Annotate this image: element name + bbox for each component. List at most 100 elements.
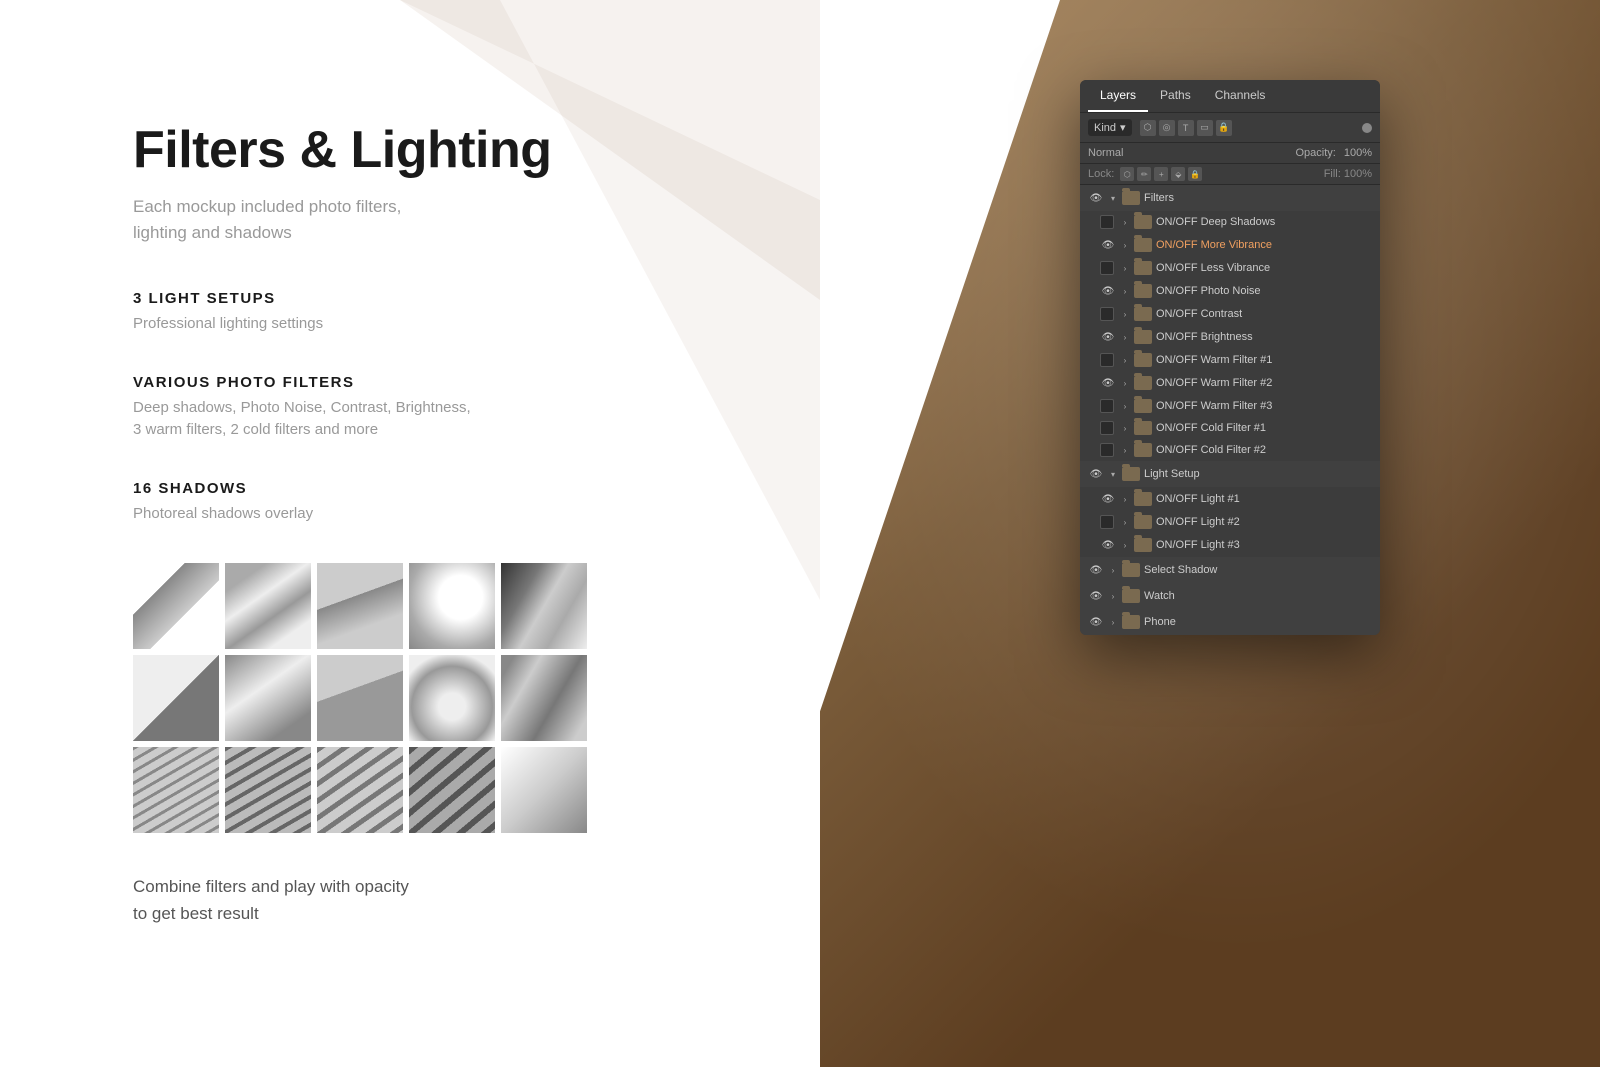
- visibility-light1[interactable]: 👁: [1100, 491, 1116, 507]
- visibility-icon-filters[interactable]: 👁: [1088, 190, 1104, 206]
- panel-menu-dot[interactable]: [1362, 123, 1372, 133]
- layer-item-more-vibrance[interactable]: 👁 › ON/OFF More Vibrance: [1080, 233, 1380, 257]
- opacity-value: 100%: [1344, 147, 1372, 159]
- lock-position-icon[interactable]: ✏: [1137, 167, 1151, 181]
- expand-watch[interactable]: ›: [1108, 591, 1118, 601]
- visibility-watch[interactable]: 👁: [1088, 588, 1104, 604]
- expand-warm3[interactable]: ›: [1120, 401, 1130, 411]
- folder-more-vibrance: [1134, 238, 1152, 252]
- expand-brightness[interactable]: ›: [1120, 332, 1130, 342]
- expand-light2[interactable]: ›: [1120, 517, 1130, 527]
- lock-artboard-icon[interactable]: +: [1154, 167, 1168, 181]
- visibility-photo-noise[interactable]: 👁: [1100, 283, 1116, 299]
- layer-item-warm1[interactable]: › ON/OFF Warm Filter #1: [1080, 349, 1380, 371]
- layer-item-warm2[interactable]: 👁 › ON/OFF Warm Filter #2: [1080, 371, 1380, 395]
- layer-name-light1: ON/OFF Light #1: [1156, 493, 1240, 505]
- expand-deep-shadows[interactable]: ›: [1120, 217, 1130, 227]
- expand-icon-filters[interactable]: ▾: [1108, 193, 1118, 203]
- folder-deep-shadows: [1134, 215, 1152, 229]
- layer-name-warm1: ON/OFF Warm Filter #1: [1156, 354, 1272, 366]
- expand-warm1[interactable]: ›: [1120, 355, 1130, 365]
- checkbox-cold1[interactable]: [1100, 421, 1114, 435]
- layers-list: 👁 ▾ Filters › ON/OFF Deep Shadows 👁 › ON…: [1080, 185, 1380, 635]
- layer-item-warm3[interactable]: › ON/OFF Warm Filter #3: [1080, 395, 1380, 417]
- layer-item-contrast[interactable]: › ON/OFF Contrast: [1080, 303, 1380, 325]
- tab-layers[interactable]: Layers: [1088, 80, 1148, 112]
- layer-name-warm3: ON/OFF Warm Filter #3: [1156, 400, 1272, 412]
- kind-select[interactable]: Kind ▾: [1088, 119, 1132, 136]
- expand-more-vibrance[interactable]: ›: [1120, 240, 1130, 250]
- layer-item-less-vibrance[interactable]: › ON/OFF Less Vibrance: [1080, 257, 1380, 279]
- filter-icons: ⬡ ◎ T ▭ 🔒: [1140, 120, 1232, 136]
- expand-light3[interactable]: ›: [1120, 540, 1130, 550]
- visibility-select-shadow[interactable]: 👁: [1088, 562, 1104, 578]
- shadow-thumb-7: [225, 655, 311, 741]
- layer-group-select-shadow-header[interactable]: 👁 › Select Shadow: [1080, 557, 1380, 583]
- kind-label: Kind: [1094, 122, 1116, 134]
- adjustment-filter-icon[interactable]: ◎: [1159, 120, 1175, 136]
- type-filter-icon[interactable]: T: [1178, 120, 1194, 136]
- checkbox-cold2[interactable]: [1100, 443, 1114, 457]
- checkbox-contrast[interactable]: [1100, 307, 1114, 321]
- shadow-thumb-6: [133, 655, 219, 741]
- checkbox-light2[interactable]: [1100, 515, 1114, 529]
- visibility-more-vibrance[interactable]: 👁: [1100, 237, 1116, 253]
- layer-group-filters-header[interactable]: 👁 ▾ Filters: [1080, 185, 1380, 211]
- visibility-warm2[interactable]: 👁: [1100, 375, 1116, 391]
- section1-heading: 3 LIGHT SETUPS: [133, 290, 753, 307]
- opacity-label: Opacity:: [1296, 147, 1336, 159]
- section-light-setups: 3 LIGHT SETUPS Professional lighting set…: [133, 290, 753, 336]
- blend-mode-select[interactable]: Normal: [1088, 147, 1288, 159]
- fill-label: Fill: 100%: [1324, 168, 1372, 180]
- folder-watch: [1122, 589, 1140, 603]
- shadow-thumb-13: [317, 747, 403, 833]
- tab-paths[interactable]: Paths: [1148, 80, 1203, 112]
- shadow-thumb-1: [133, 563, 219, 649]
- expand-light1[interactable]: ›: [1120, 494, 1130, 504]
- layer-item-light3[interactable]: 👁 › ON/OFF Light #3: [1080, 533, 1380, 557]
- layer-name-photo-noise: ON/OFF Photo Noise: [1156, 285, 1261, 297]
- tab-channels[interactable]: Channels: [1203, 80, 1278, 112]
- expand-cold2[interactable]: ›: [1120, 445, 1130, 455]
- shape-filter-icon[interactable]: ▭: [1197, 120, 1213, 136]
- layer-group-phone-header[interactable]: 👁 › Phone: [1080, 609, 1380, 635]
- layer-item-light2[interactable]: › ON/OFF Light #2: [1080, 511, 1380, 533]
- checkbox-less-vibrance[interactable]: [1100, 261, 1114, 275]
- layer-item-brightness[interactable]: 👁 › ON/OFF Brightness: [1080, 325, 1380, 349]
- lock-pixels-icon[interactable]: ⬡: [1120, 167, 1134, 181]
- visibility-phone[interactable]: 👁: [1088, 614, 1104, 630]
- expand-less-vibrance[interactable]: ›: [1120, 263, 1130, 273]
- expand-contrast[interactable]: ›: [1120, 309, 1130, 319]
- layer-item-cold2[interactable]: › ON/OFF Cold Filter #2: [1080, 439, 1380, 461]
- expand-phone[interactable]: ›: [1108, 617, 1118, 627]
- expand-warm2[interactable]: ›: [1120, 378, 1130, 388]
- layer-group-watch-header[interactable]: 👁 › Watch: [1080, 583, 1380, 609]
- expand-select-shadow[interactable]: ›: [1108, 565, 1118, 575]
- smart-filter-icon[interactable]: 🔒: [1216, 120, 1232, 136]
- main-content: Filters & Lighting Each mockup included …: [133, 120, 753, 927]
- layer-item-cold1[interactable]: › ON/OFF Cold Filter #1: [1080, 417, 1380, 439]
- visibility-icon-light-setup[interactable]: 👁: [1088, 466, 1104, 482]
- checkbox-deep-shadows[interactable]: [1100, 215, 1114, 229]
- expand-icon-light-setup[interactable]: ▾: [1108, 469, 1118, 479]
- layer-item-light1[interactable]: 👁 › ON/OFF Light #1: [1080, 487, 1380, 511]
- lock-full-icon[interactable]: 🔒: [1188, 167, 1202, 181]
- expand-photo-noise[interactable]: ›: [1120, 286, 1130, 296]
- visibility-brightness[interactable]: 👁: [1100, 329, 1116, 345]
- folder-cold1: [1134, 421, 1152, 435]
- pixel-filter-icon[interactable]: ⬡: [1140, 120, 1156, 136]
- visibility-light3[interactable]: 👁: [1100, 537, 1116, 553]
- layer-group-light-setup-header[interactable]: 👁 ▾ Light Setup: [1080, 461, 1380, 487]
- checkbox-warm3[interactable]: [1100, 399, 1114, 413]
- expand-cold1[interactable]: ›: [1120, 423, 1130, 433]
- shadow-thumb-14: [409, 747, 495, 833]
- layer-item-deep-shadows[interactable]: › ON/OFF Deep Shadows: [1080, 211, 1380, 233]
- layer-name-light2: ON/OFF Light #2: [1156, 516, 1240, 528]
- layer-name-phone: Phone: [1144, 616, 1176, 628]
- checkbox-warm1[interactable]: [1100, 353, 1114, 367]
- folder-brightness: [1134, 330, 1152, 344]
- folder-warm2: [1134, 376, 1152, 390]
- lock-all-icon[interactable]: ⬙: [1171, 167, 1185, 181]
- layer-item-photo-noise[interactable]: 👁 › ON/OFF Photo Noise: [1080, 279, 1380, 303]
- layer-name-less-vibrance: ON/OFF Less Vibrance: [1156, 262, 1270, 274]
